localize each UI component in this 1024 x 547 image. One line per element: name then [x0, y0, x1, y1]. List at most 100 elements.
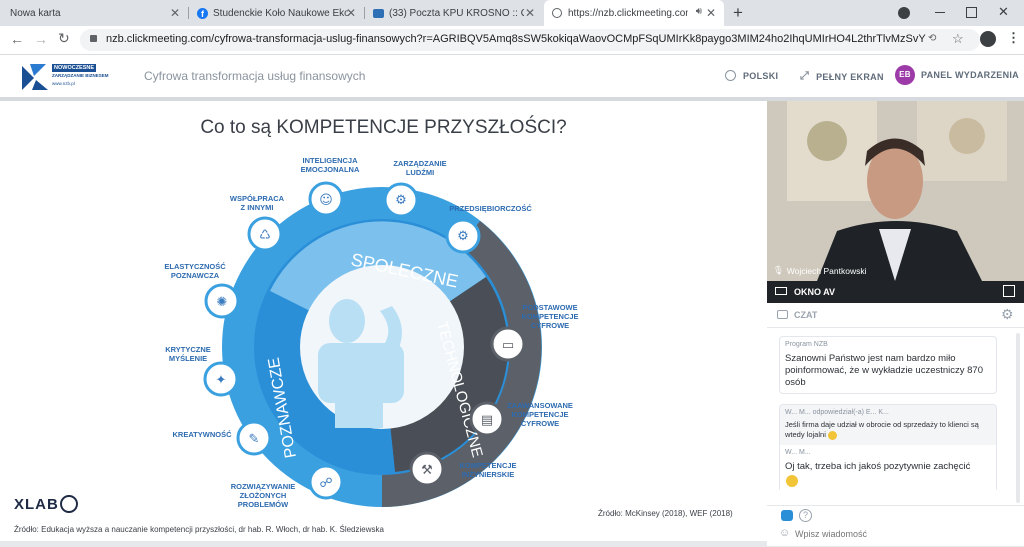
svg-text:☍: ☍ — [319, 476, 332, 491]
message-text: Szanowni Państwo jest nam bardzo miło po… — [785, 353, 984, 388]
svg-text:✺: ✺ — [217, 295, 228, 310]
audio-playing-icon[interactable]: 🔊︎ — [696, 6, 702, 17]
svg-text:⚒: ⚒ — [421, 463, 433, 478]
language-label: POLSKI — [743, 70, 779, 81]
chat-message: W... M... odpowiedział(-a) E... K... Jeś… — [779, 404, 997, 492]
av-window-bar: OKNO AV — [767, 281, 1024, 303]
av-window-title: OKNO AV — [794, 287, 836, 297]
chat-panel: CZAT ⚙ Program NZB Szanowni Państwo jest… — [767, 303, 1024, 546]
tab-search-icon[interactable] — [898, 7, 910, 19]
label-kreatywnosc: KREATYWNOŚĆ — [172, 430, 232, 439]
label-rozwiazywanie: ROZWIĄZYWANIE ZŁOŻONYCH PROBLEMÓW — [230, 482, 296, 509]
camera-icon[interactable] — [775, 287, 787, 295]
svg-text:☺: ☺ — [319, 193, 333, 208]
svg-text:⚙: ⚙ — [457, 229, 469, 244]
label-elastycznosc: ELASTYCZNOŚĆ POZNAWCZA — [164, 262, 226, 280]
speaker-name: Wojciech Pantkowski — [786, 265, 867, 276]
svg-text:▭: ▭ — [502, 338, 514, 353]
star-icon[interactable]: ☆ — [952, 31, 964, 47]
restore-button[interactable] — [966, 7, 977, 18]
label-wspolpraca: WSPÓŁPRACA Z INNYMI — [229, 194, 285, 212]
chat-message-input[interactable] — [793, 525, 1007, 543]
tab-clickmeeting[interactable]: https://nzb.clickmeeting.com 🔊︎ ✕ — [544, 0, 724, 26]
panel-label: PANEL WYDARZENIA — [921, 70, 1019, 80]
forward-icon[interactable]: → — [34, 31, 48, 47]
fullscreen-button[interactable]: ⤢ PEŁNY EKRAN — [800, 70, 884, 83]
label-przedsiebiorczosc: PRZEDSIĘBIORCZOŚĆ — [449, 204, 532, 213]
tab-poczta[interactable]: (33) Poczta KPU KROSNO :: Odeb ✕ — [365, 0, 543, 26]
svg-text:✎: ✎ — [249, 432, 260, 447]
event-title: Cyfrowa transformacja usług finansowych — [144, 69, 366, 83]
nzb-logo-mark-icon — [22, 64, 48, 90]
profile-icon[interactable] — [980, 31, 996, 47]
chat-scrollbar[interactable] — [1016, 333, 1020, 503]
chat-title: CZAT — [794, 310, 818, 320]
reload-icon[interactable]: ↻ — [58, 30, 70, 47]
tab-title: https://nzb.clickmeeting.com — [568, 7, 688, 19]
tab-title: (33) Poczta KPU KROSNO :: Odeb — [389, 7, 524, 19]
chat-icon — [777, 310, 788, 319]
avatar: EB — [895, 65, 915, 85]
close-tab-icon[interactable]: ✕ — [525, 6, 535, 20]
help-icon[interactable]: ? — [799, 509, 812, 522]
url-text: nzb.clickmeeting.com/cyfrowa-transformac… — [106, 33, 926, 45]
tab-new[interactable]: Nowa karta ✕ — [0, 0, 188, 26]
gear-icon[interactable]: ⚙ — [1001, 306, 1014, 323]
back-icon[interactable]: ← — [10, 31, 24, 47]
app-header: NOWOCZESNE ZARZĄDZANIE BIZNESEM www.nzb.… — [0, 55, 1024, 101]
speaker-name-tag: 🎙︎ Wojciech Pantkowski — [773, 265, 866, 276]
source-right: Źródło: McKinsey (2018), WEF (2018) — [598, 509, 733, 518]
reply-body: W... M... Oj tak, trzeba ich jakoś pozyt… — [780, 445, 996, 492]
university-seal-icon — [60, 495, 78, 513]
logo-url: www.nzb.pl — [52, 81, 75, 86]
mail-icon — [373, 8, 384, 18]
nzb-logo[interactable]: NOWOCZESNE ZARZĄDZANIE BIZNESEM www.nzb.… — [20, 62, 109, 92]
globe-icon — [552, 8, 562, 18]
chat-bubble-icon[interactable] — [781, 510, 793, 521]
message-author: W... M... odpowiedział(-a) E... K... — [785, 409, 889, 416]
speaker-video-image — [767, 101, 1024, 281]
svg-text:✦: ✦ — [216, 373, 227, 388]
lock-icon — [90, 35, 97, 42]
address-bar[interactable]: nzb.clickmeeting.com/cyfrowa-transformac… — [80, 29, 980, 51]
svg-text:⚙: ⚙ — [395, 193, 407, 208]
translate-icon[interactable]: ⟲ — [928, 33, 936, 44]
tab-title: Nowa karta — [10, 7, 61, 19]
label-zarzadzanie: ZARZĄDZANIE LUDŹMI — [393, 159, 447, 177]
label-inteligencja: INTELIGENCJA EMOCJONALNA — [300, 156, 360, 174]
label-podstawowe: PODSTAWOWE KOMPETENCJE CYFROWE — [521, 303, 579, 330]
smile-emoji-icon — [827, 430, 837, 440]
event-panel-button[interactable]: EB PANEL WYDARZENIA — [895, 65, 1019, 85]
message-author: W... M... — [785, 449, 811, 456]
svg-text:♺: ♺ — [259, 228, 271, 243]
fullscreen-label: PEŁNY EKRAN — [816, 71, 884, 82]
fullscreen-icon: ⤢ — [800, 70, 810, 82]
emoji-icon[interactable]: ☺ — [779, 527, 790, 539]
tab-facebook[interactable]: f Studenckie Koło Naukowe Ekono ✕ — [189, 0, 364, 26]
popout-icon[interactable] — [1003, 285, 1015, 297]
chat-header: CZAT ⚙ — [767, 303, 1024, 328]
menu-icon[interactable]: ⋮ — [1007, 30, 1020, 46]
xlab-logo: XLAB — [14, 496, 59, 513]
label-inzynierskie: KOMPETENCJE INŻYNIERSKIE — [459, 461, 517, 479]
video-feed[interactable]: 🎙︎ Wojciech Pantkowski — [767, 101, 1024, 281]
new-tab-button[interactable]: + — [733, 3, 743, 23]
svg-text:▤: ▤ — [481, 413, 493, 428]
close-tab-icon[interactable]: ✕ — [706, 6, 716, 20]
close-window-button[interactable]: ✕ — [998, 4, 1009, 20]
browser-tab-bar: Nowa karta ✕ f Studenckie Koło Naukowe E… — [0, 0, 1024, 26]
message-author: Program NZB — [785, 341, 828, 348]
grin-emoji-icon — [786, 475, 798, 487]
message-text: Oj tak, trzeba ich jakoś pozytywnie zach… — [785, 461, 971, 472]
close-tab-icon[interactable]: ✕ — [346, 6, 356, 20]
microphone-icon: 🎙︎ — [773, 265, 784, 275]
close-tab-icon[interactable]: ✕ — [170, 6, 180, 20]
label-zaawansowane: ZAAWANSOWANE KOMPETENCJE CYFROWE — [507, 401, 573, 428]
label-krytyczne: KRYTYCZNE MYŚLENIE — [165, 345, 211, 363]
minimize-button[interactable] — [935, 12, 945, 13]
logo-text: NOWOCZESNE — [52, 64, 97, 72]
browser-toolbar: ← → ↻ nzb.clickmeeting.com/cyfrowa-trans… — [0, 26, 1024, 55]
language-button[interactable]: POLSKI — [725, 70, 778, 81]
facebook-icon: f — [197, 7, 208, 19]
quote-text: Jeśli firma daje udział w obrocie od spr… — [785, 420, 979, 439]
